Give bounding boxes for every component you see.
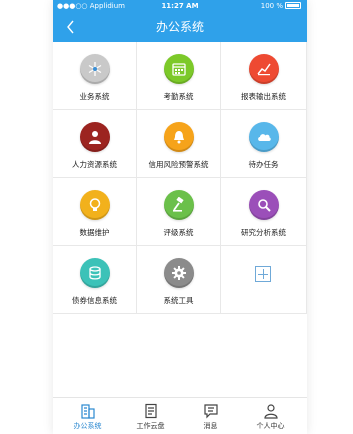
app-tile-label: 系统工具 [163, 296, 194, 305]
person-icon [80, 122, 110, 152]
app-tile-system-tools[interactable]: 系统工具 [137, 246, 221, 314]
tab-label: 消息 [203, 422, 218, 430]
tab-cloud-drive[interactable]: 工作云盘 [119, 398, 182, 434]
app-tile-research[interactable]: 研究分析系统 [221, 178, 307, 246]
app-tile-label: 研究分析系统 [241, 228, 286, 237]
app-tile-todo[interactable]: 待办任务 [221, 110, 307, 178]
tab-office-system[interactable]: 办公系统 [56, 398, 119, 434]
tab-personal-center[interactable]: 个人中心 [239, 398, 302, 434]
bottom-tab-bar: 办公系统 工作云盘 消息 个人中心 [53, 397, 307, 434]
app-tile-label: 数据维护 [79, 228, 110, 237]
message-icon [204, 404, 218, 419]
cloud-icon [249, 122, 279, 152]
gear-icon [164, 258, 194, 288]
app-tile-hr[interactable]: 人力资源系统 [53, 110, 137, 178]
app-tile-label: 评级系统 [163, 228, 194, 237]
navigation-bar: 办公系统 [53, 12, 307, 42]
magnifier-icon [249, 190, 279, 220]
calendar-icon [164, 54, 194, 84]
app-tile-label: 考勤系统 [163, 92, 194, 101]
document-icon [145, 403, 157, 419]
app-tile-credit-risk[interactable]: 信用风险预警系统 [137, 110, 221, 178]
tab-label: 个人中心 [256, 422, 285, 430]
gavel-icon [164, 190, 194, 220]
app-tile-rating[interactable]: 评级系统 [137, 178, 221, 246]
bell-icon [164, 122, 194, 152]
battery-percent: 100 % [260, 2, 283, 10]
bulb-icon [80, 190, 110, 220]
status-bar: ●●●○○ Applidium 11:27 AM 100 % [53, 0, 307, 12]
tab-label: 办公系统 [73, 422, 102, 430]
app-tile-label: 债券信息系统 [72, 296, 117, 305]
app-tile-attendance[interactable]: 考勤系统 [137, 42, 221, 110]
tab-messages[interactable]: 消息 [179, 398, 242, 434]
app-tile-report[interactable]: 报表输出系统 [221, 42, 307, 110]
snowflake-icon [80, 54, 110, 84]
app-tile-label: 待办任务 [248, 160, 279, 169]
page-title: 办公系统 [155, 20, 204, 34]
user-icon [264, 404, 278, 419]
app-tile-label: 人力资源系统 [72, 160, 117, 169]
app-tile-bond-info[interactable]: 债券信息系统 [53, 246, 137, 314]
tab-label: 工作云盘 [136, 422, 165, 430]
phone-screen: ●●●○○ Applidium 11:27 AM 100 % 办公系统 业务系统… [53, 0, 307, 434]
app-tile-data-maintenance[interactable]: 数据维护 [53, 178, 137, 246]
app-tile-label: 业务系统 [79, 92, 110, 101]
report-chart-icon [249, 54, 279, 84]
battery-status: 100 % [261, 0, 301, 12]
add-icon [255, 266, 271, 282]
app-tile-label: 信用风险预警系统 [148, 160, 209, 169]
coins-icon [80, 258, 110, 288]
add-app-button[interactable] [221, 246, 307, 314]
app-tile-label: 报表输出系统 [241, 92, 286, 101]
building-icon [81, 404, 95, 419]
app-tile-business[interactable]: 业务系统 [53, 42, 137, 110]
battery-icon [285, 1, 301, 9]
